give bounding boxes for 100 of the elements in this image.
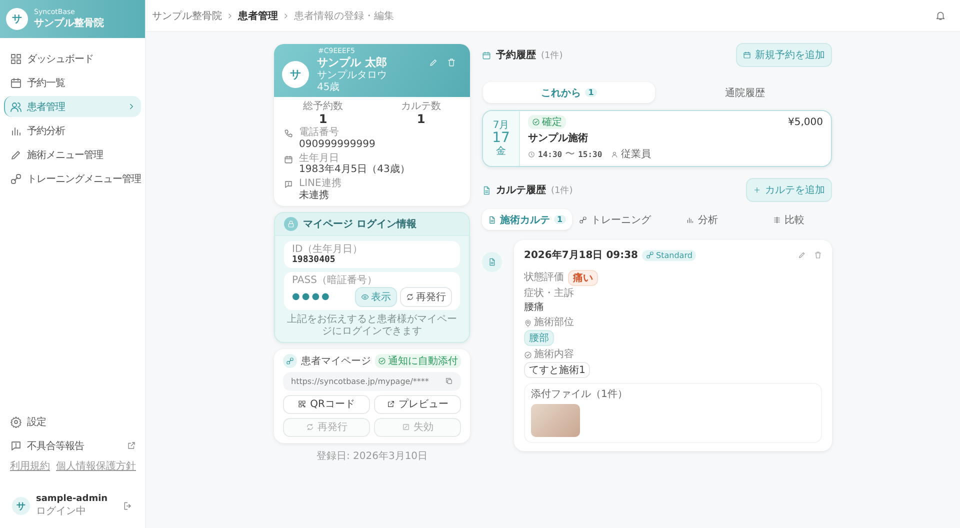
tab[interactable]: これから 1 (483, 82, 655, 103)
url-text: https://syncotbase.jp/mypage/**** (291, 376, 429, 386)
pin-icon (524, 319, 532, 327)
field-label: ID（生年月日） (292, 244, 364, 255)
sidebar-item[interactable]: ダッシュボード (4, 48, 141, 69)
patient-name: サンプル 太郎 (317, 55, 387, 70)
user-avatar: サ (12, 497, 30, 515)
attachment-label: 添付ファイル（1件） (531, 388, 628, 401)
external-link-icon (386, 400, 394, 408)
hint-text: 上記をお伝えすると患者様がマイページにログインできます (286, 314, 458, 338)
sidebar-item[interactable]: トレーニングメニュー管理 (4, 168, 141, 189)
date-weekday: 金 (496, 146, 506, 158)
stat-label: カルテ数 (401, 100, 441, 113)
field-label: 状態評価 (524, 272, 564, 284)
person-icon (611, 150, 618, 158)
chat-icon (10, 440, 22, 452)
eye-icon (361, 292, 369, 301)
breadcrumb-item: 患者情報の登録・編集 (294, 10, 394, 22)
section-title: カルテ履歴 (496, 184, 546, 197)
plan-badge: Standard (642, 250, 696, 260)
field-label: 症状・主訴 (524, 288, 575, 300)
trash-icon[interactable] (814, 251, 822, 259)
phone-icon (284, 129, 293, 138)
logout-icon[interactable] (123, 501, 133, 511)
breadcrumb-item[interactable]: サンプル整骨院 (152, 8, 222, 22)
count-badge: 1 (585, 88, 597, 97)
bar-chart-icon (686, 216, 694, 224)
check-circle-icon (524, 351, 532, 359)
tab[interactable]: 施術カルテ 1 (482, 209, 572, 230)
time-separator: 〜 (565, 148, 576, 161)
user-status: ログイン中 (36, 504, 87, 518)
sidebar-item[interactable]: 設定 (4, 411, 141, 432)
document-icon (482, 252, 502, 272)
square-slash-icon (402, 423, 410, 432)
chevron-icon (282, 12, 290, 20)
add-reservation-button[interactable]: 新規予約を追加 (736, 43, 832, 67)
tag: てすと施術1 (524, 362, 590, 378)
link-icon (283, 354, 297, 368)
record-date: 2026年7月18日 09:38 (524, 248, 638, 262)
lock-icon (284, 216, 298, 231)
count-badge: 1 (554, 215, 566, 224)
tab[interactable]: 通院履歴 (659, 82, 831, 103)
reservation-card[interactable]: 7月 17 金 確定 ¥5,000 サンプル施術 14:30 〜 15:30 従業員 (482, 110, 832, 167)
section-count: (1件) (551, 184, 573, 196)
field-label: 電話番号 (299, 127, 340, 139)
stat-value: 1 (318, 113, 328, 126)
calendar-icon (10, 76, 22, 88)
link-icon (10, 172, 22, 184)
show-button[interactable]: 表示 (355, 286, 397, 307)
sidebar-item[interactable]: 施術メニュー管理 (4, 144, 141, 165)
refresh-icon (406, 292, 414, 301)
check-circle-icon (532, 118, 540, 126)
sidebar-item[interactable]: 不具合等報告 (4, 435, 141, 456)
stat-value: 1 (416, 113, 426, 126)
sidebar-item[interactable]: 予約一覧 (4, 72, 141, 93)
end-time: 15:30 (578, 150, 602, 158)
plus-icon (753, 186, 761, 194)
url-field[interactable]: https://syncotbase.jp/mypage/**** (283, 372, 461, 391)
calendar-icon (482, 50, 491, 60)
footer-link[interactable]: 利用規約 (10, 459, 50, 473)
tab[interactable]: トレーニング (572, 209, 658, 230)
login-id: 19830405 (292, 255, 336, 266)
grid-icon (10, 52, 22, 64)
link-icon (578, 216, 587, 224)
card-title: 患者マイページ (301, 354, 371, 368)
bell-icon[interactable] (935, 10, 946, 21)
field-label: LINE連携 (299, 178, 342, 190)
footer-link[interactable]: 個人情報保護方針 (56, 459, 136, 473)
user-name: sample-admin (36, 494, 109, 504)
action-button[interactable]: QRコード (283, 394, 370, 414)
breadcrumb-item[interactable]: 患者管理 (238, 8, 278, 22)
brand-avatar: サ (6, 8, 28, 30)
copy-icon[interactable] (445, 377, 453, 386)
clinic-name: サンプル整骨院 (34, 16, 104, 30)
pencil-icon[interactable] (798, 251, 806, 259)
tab[interactable]: 分析 (658, 209, 746, 230)
start-time: 14:30 (538, 150, 562, 158)
registration-date: 登録日: 2026年3月10日 (315, 450, 429, 463)
calendar-icon (743, 51, 751, 59)
reissue-button[interactable]: 再発行 (400, 286, 452, 307)
sidebar-item[interactable]: 予約分析 (4, 120, 141, 141)
stat-label: 総予約数 (303, 100, 343, 113)
clock-icon (528, 150, 535, 158)
section-title: 予約履歴 (496, 48, 536, 62)
field-label: 施術部位 (534, 317, 574, 329)
status-badge: 通知に自動添付 (375, 354, 461, 368)
action-button[interactable]: プレビュー (374, 394, 461, 414)
add-record-button[interactable]: カルテを追加 (746, 178, 832, 202)
photo-placeholder[interactable] (531, 404, 580, 437)
field-value: 腰痛 (524, 300, 545, 314)
sidebar-item[interactable]: 患者管理 (4, 96, 141, 117)
refresh-icon (306, 423, 314, 432)
field-value: 未連携 (299, 190, 330, 202)
pencil-icon (10, 148, 22, 160)
link-icon (646, 251, 654, 259)
settings-icon (10, 416, 22, 428)
external-link-icon (127, 441, 136, 450)
people-icon (10, 100, 22, 112)
tab[interactable]: 比較 (745, 209, 832, 230)
field-value: 1983年4月5日（43歳） (299, 164, 410, 176)
